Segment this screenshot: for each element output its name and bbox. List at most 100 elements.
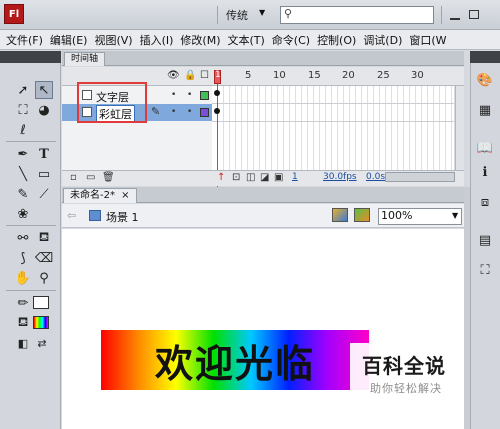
trash-icon[interactable]: 🗑 <box>102 172 115 183</box>
lasso-icon[interactable]: ℓ <box>14 121 32 139</box>
scene-label[interactable]: 场景 1 <box>106 209 139 225</box>
frame-number: 5 <box>245 70 252 81</box>
search-input[interactable] <box>280 6 434 24</box>
document-tab-label: 未命名-2* <box>70 190 115 201</box>
bone-icon[interactable]: ⚯ <box>14 229 32 247</box>
playhead-marker-icon: ↑ <box>217 172 226 183</box>
edit-scene-icon[interactable] <box>354 208 370 222</box>
back-arrow-icon[interactable]: ⇦ <box>67 209 76 222</box>
swap-colors-icon[interactable]: ⇄ <box>33 334 51 352</box>
layer-color-swatch[interactable] <box>200 108 209 117</box>
hand-icon[interactable]: ✋ <box>14 269 32 287</box>
divider <box>6 290 56 291</box>
lock-icon[interactable]: 🔒 <box>184 70 196 81</box>
timeline-scrollbar[interactable] <box>455 86 464 170</box>
deco-icon[interactable]: ❀ <box>14 205 32 223</box>
eraser-icon[interactable]: ⌫ <box>35 249 53 267</box>
paint-bucket-icon[interactable]: ⛾ <box>35 229 53 247</box>
zoom-value: 100% <box>381 209 413 222</box>
selection-icon[interactable]: ➚ <box>14 81 32 99</box>
outline-icon[interactable]: ☐ <box>200 70 209 81</box>
brush-icon[interactable]: ⟋ <box>35 185 53 203</box>
new-layer-icon[interactable]: ▫ <box>70 172 77 183</box>
divider <box>6 141 56 142</box>
chevron-down-icon[interactable]: ▼ <box>259 8 265 17</box>
visibility-dot-icon[interactable]: • <box>171 107 176 117</box>
swatches-panel-icon[interactable]: ▦ <box>476 101 494 119</box>
menu-view[interactable]: 视图(V) <box>94 32 132 48</box>
layer-color-swatch[interactable] <box>200 91 209 100</box>
divider <box>217 6 218 24</box>
visibility-dot-icon[interactable]: • <box>171 90 176 100</box>
chevron-down-icon[interactable]: ▼ <box>452 211 458 220</box>
current-frame-value[interactable]: 1 <box>292 172 298 182</box>
watermark-subtitle: 助你轻松解决 <box>370 382 442 395</box>
menu-edit[interactable]: 编辑(E) <box>50 32 88 48</box>
pen-icon[interactable]: ✒ <box>14 145 32 163</box>
lock-dot-icon[interactable]: • <box>187 107 192 117</box>
menu-debug[interactable]: 调试(D) <box>363 32 402 48</box>
menu-insert[interactable]: 插入(I) <box>140 32 174 48</box>
stroke-color-icon[interactable]: ✏ <box>14 294 32 312</box>
menu-commands[interactable]: 命令(C) <box>272 32 310 48</box>
color-panel-icon[interactable]: 🎨 <box>476 71 494 89</box>
subselection-icon[interactable]: ↖ <box>35 81 53 99</box>
align-panel-icon[interactable]: ⧈ <box>476 193 494 211</box>
frame-ruler[interactable]: 5 10 15 20 25 30 <box>215 67 455 86</box>
frame-number: 25 <box>377 70 390 81</box>
playhead-frame-label: 1 <box>215 70 221 80</box>
menu-file[interactable]: 文件(F) <box>6 32 43 48</box>
tab-timeline[interactable]: 时间轴 <box>64 52 106 66</box>
timeline-hscrollbar[interactable] <box>385 172 455 182</box>
pencil-icon: ✎ <box>151 105 161 118</box>
menu-bar: 文件(F) 编辑(E) 视图(V) 插入(I) 修改(M) 文本(T) 命令(C… <box>0 30 500 50</box>
divider <box>212 121 454 122</box>
zoom-icon[interactable]: ⚲ <box>35 269 53 287</box>
menu-control[interactable]: 控制(O) <box>317 32 356 48</box>
lock-dot-icon[interactable]: • <box>187 90 192 100</box>
line-icon[interactable]: ╲ <box>14 165 32 183</box>
frame-grid[interactable] <box>212 86 454 170</box>
new-folder-icon[interactable]: ▭ <box>86 172 95 183</box>
menu-window[interactable]: 窗口(W <box>409 32 446 48</box>
elapsed-time-value[interactable]: 0.0s <box>366 172 385 182</box>
free-transform-icon[interactable]: ⛶ <box>14 101 32 119</box>
maximize-button[interactable] <box>469 10 479 19</box>
divider <box>212 103 454 104</box>
stroke-color-swatch[interactable] <box>33 296 49 309</box>
menu-modify[interactable]: 修改(M) <box>180 32 220 48</box>
3d-rotation-icon[interactable]: ◕ <box>35 101 53 119</box>
onion-skin-icon[interactable]: ◫ <box>246 172 255 183</box>
components-panel-icon[interactable]: ▤ <box>476 231 494 249</box>
eyedropper-icon[interactable]: ⟆ <box>14 249 32 267</box>
keyframe-marker[interactable] <box>214 90 220 96</box>
eye-icon[interactable]: 👁 <box>167 70 180 81</box>
menu-text[interactable]: 文本(T) <box>227 32 264 48</box>
frame-number: 20 <box>342 70 355 81</box>
edit-multiple-frames-icon[interactable]: ▣ <box>274 172 283 183</box>
rectangle-icon[interactable]: ▭ <box>35 165 53 183</box>
stage-text[interactable]: 欢迎光临 <box>101 330 369 390</box>
black-white-icon[interactable]: ◧ <box>14 334 32 352</box>
library-panel-icon[interactable]: 📖 <box>476 139 494 157</box>
panel-header <box>470 51 500 63</box>
minimize-button[interactable] <box>450 18 460 20</box>
text-icon[interactable]: T <box>35 145 53 163</box>
timeline-tab-bar <box>62 51 464 66</box>
pencil-icon[interactable]: ✎ <box>14 185 32 203</box>
fill-color-swatch[interactable] <box>33 316 49 329</box>
motion-presets-icon[interactable]: ⛶ <box>476 261 494 279</box>
scene-icon <box>89 210 101 221</box>
frame-rate-value[interactable]: 30.0fps <box>323 172 357 182</box>
close-icon[interactable]: × <box>121 190 129 201</box>
panel-header <box>0 51 61 63</box>
edit-symbols-icon[interactable] <box>332 208 348 222</box>
fill-color-icon[interactable]: ⛾ <box>14 314 32 332</box>
onion-outline-icon[interactable]: ◪ <box>260 172 269 183</box>
keyframe-marker[interactable] <box>214 108 220 114</box>
center-frame-icon[interactable]: ⊡ <box>232 172 240 183</box>
workspace-switcher[interactable]: 传统 <box>226 7 248 23</box>
tab-document[interactable]: 未命名-2* × <box>63 188 137 203</box>
properties-info-icon[interactable]: ℹ <box>476 163 494 181</box>
frame-number: 10 <box>273 70 286 81</box>
